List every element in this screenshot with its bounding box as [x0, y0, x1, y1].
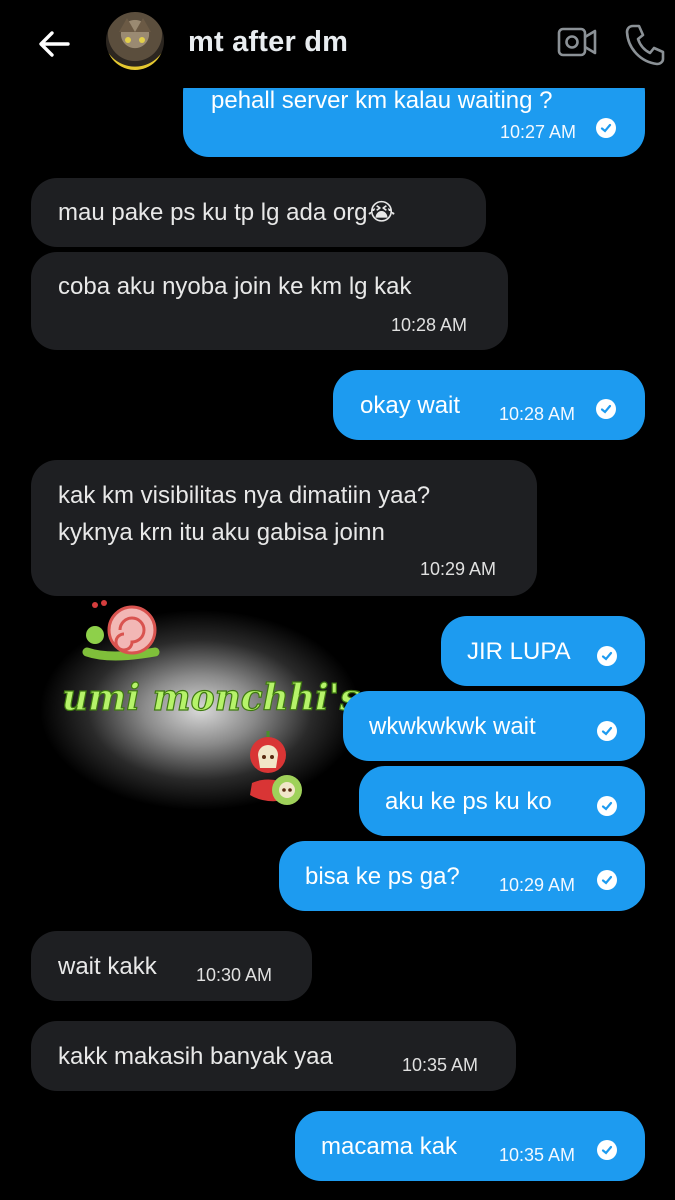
message-text: aku ke ps ku ko — [385, 788, 552, 815]
message-bubble-outgoing[interactable]: okay wait 10:28 AM — [333, 370, 645, 440]
message-bubble-outgoing[interactable]: macama kak 10:35 AM — [295, 1111, 645, 1181]
message-bubble-outgoing[interactable]: JIR LUPA — [441, 616, 645, 686]
message-bubble-incoming[interactable]: kak km visibilitas nya dimatiin yaa? kyk… — [31, 460, 537, 596]
read-check-icon — [596, 118, 616, 138]
message-time: 10:28 AM — [391, 315, 468, 335]
chat-title[interactable]: mt after dm — [188, 26, 348, 59]
message-time: 10:35 AM — [402, 1055, 479, 1075]
sticker-text: umi monchhi's — [62, 677, 360, 719]
message-text: okay wait — [360, 392, 461, 419]
video-call-icon[interactable] — [556, 22, 598, 62]
message-time: 10:28 AM — [499, 404, 576, 424]
message-time: 10:30 AM — [196, 965, 273, 985]
chat-header: mt after dm — [0, 0, 675, 88]
read-check-icon — [596, 399, 616, 419]
message-time: 10:27 AM — [500, 122, 577, 142]
message-time: 10:29 AM — [499, 875, 576, 895]
message-text: coba aku nyoba join ke km lg kak — [58, 273, 412, 300]
message-bubble-incoming[interactable]: kakk makasih banyak yaa 10:35 AM — [31, 1021, 516, 1091]
message-bubble-incoming[interactable]: mau pake ps ku tp lg ada org😭 — [31, 178, 486, 247]
back-arrow-icon[interactable] — [34, 24, 74, 64]
phone-call-icon[interactable] — [624, 22, 666, 66]
message-text: mau pake ps ku tp lg ada org😭 — [58, 199, 396, 226]
message-text: macama kak — [321, 1133, 458, 1160]
message-time: 10:35 AM — [499, 1145, 576, 1165]
message-text: kak km visibilitas nya dimatiin yaa? — [58, 482, 431, 509]
message-text: kakk makasih banyak yaa — [58, 1043, 333, 1070]
message-time: 10:29 AM — [420, 559, 497, 579]
avatar[interactable] — [106, 12, 164, 70]
message-text: wkwkwkwk wait — [369, 713, 536, 740]
read-check-icon — [597, 870, 617, 890]
message-text: pehall server km kalau waiting ? — [211, 87, 553, 114]
read-check-icon — [597, 796, 617, 816]
message-bubble-outgoing[interactable]: aku ke ps ku ko — [359, 766, 645, 836]
read-check-icon — [597, 646, 617, 666]
message-text: wait kakk — [58, 953, 157, 980]
message-bubble-outgoing[interactable]: bisa ke ps ga? 10:29 AM — [279, 841, 645, 911]
read-check-icon — [597, 1140, 617, 1160]
message-text-line2: kyknya krn itu aku gabisa joinn — [58, 519, 385, 546]
message-bubble-incoming[interactable]: coba aku nyoba join ke km lg kak 10:28 A… — [31, 252, 508, 350]
message-text: bisa ke ps ga? — [305, 863, 460, 890]
message-text: JIR LUPA — [467, 638, 571, 665]
message-bubble-outgoing[interactable]: wkwkwkwk wait — [343, 691, 645, 761]
read-check-icon — [597, 721, 617, 741]
sticker[interactable]: umi monchhi's — [40, 600, 370, 820]
message-bubble-incoming[interactable]: wait kakk 10:30 AM — [31, 931, 312, 1001]
